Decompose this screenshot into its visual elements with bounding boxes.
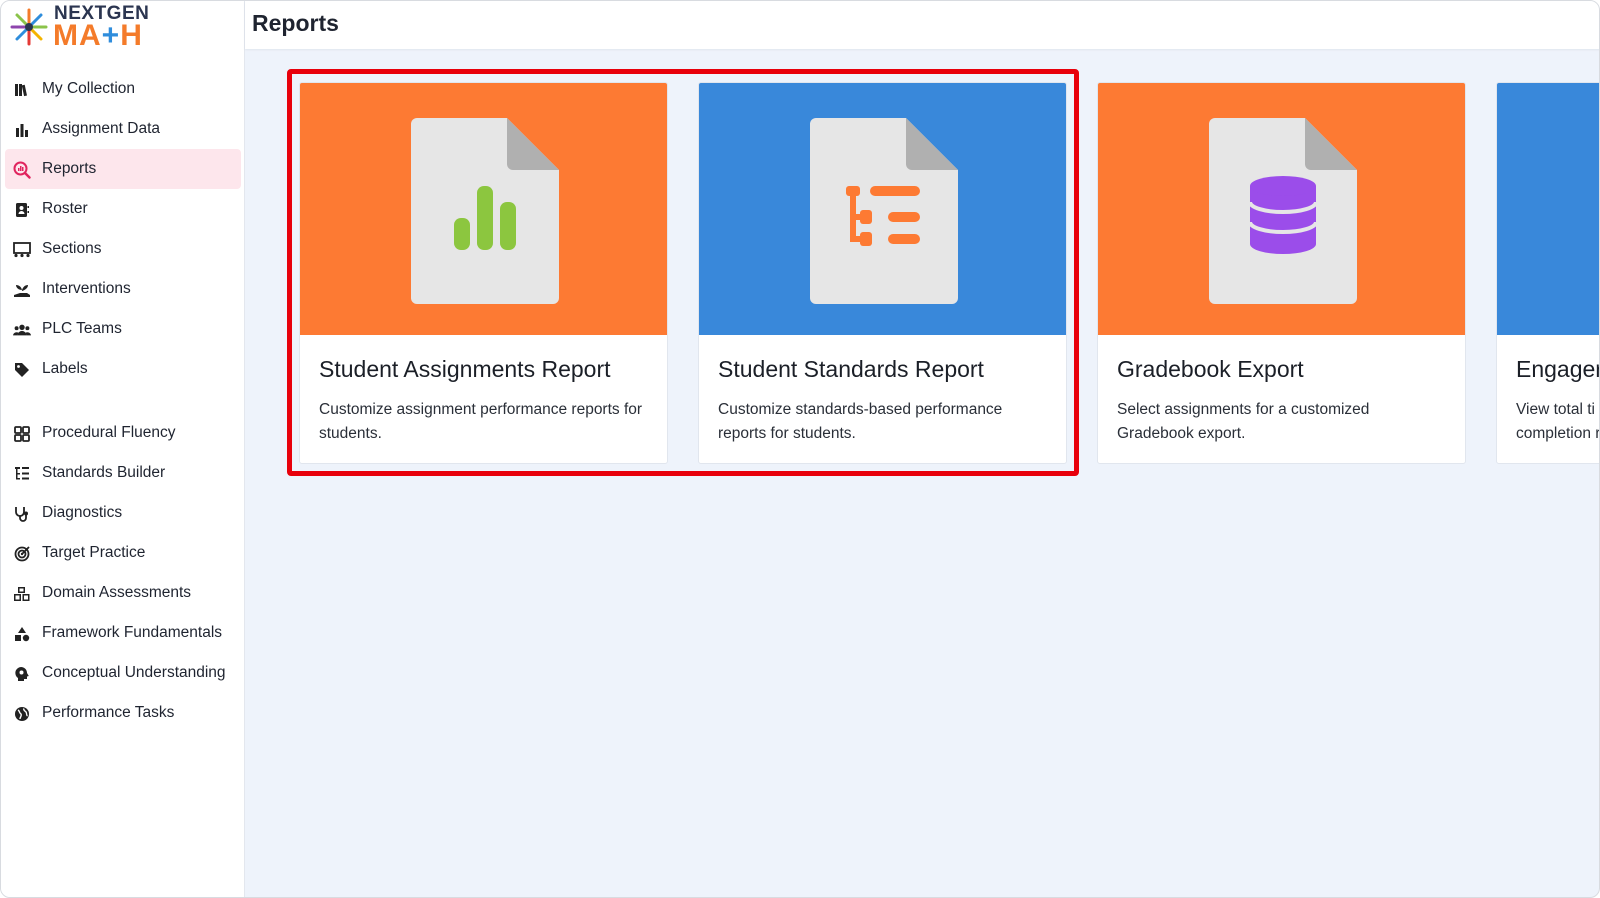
nav-separator	[1, 389, 245, 413]
sidebar-item-label: Assignment Data	[42, 120, 161, 137]
sidebar-item-labels[interactable]: Labels	[5, 349, 241, 389]
users-icon	[13, 321, 31, 339]
list-tree-icon	[13, 465, 31, 483]
sidebar-item-my-collection[interactable]: My Collection	[5, 69, 241, 109]
target-icon	[13, 545, 31, 563]
card-title: Gradebook Export	[1117, 356, 1304, 382]
card-description: Customize standards-based performance re…	[718, 401, 1003, 442]
sidebar-item-sections[interactable]: Sections	[5, 229, 241, 269]
sidebar-item-procedural-fluency[interactable]: Procedural Fluency	[5, 413, 241, 453]
nextgen-math-logo[interactable]: NEXTGEN MA+H	[9, 3, 149, 52]
sidebar-item-framework-fundamentals[interactable]: Framework Fundamentals	[5, 613, 241, 653]
report-card-gradebook-export[interactable]: Gradebook Export Select assignments for …	[1097, 82, 1466, 464]
sidebar-item-label: My Collection	[42, 80, 136, 97]
sidebar-item-label: Conceptual Understanding	[42, 664, 226, 681]
card-title: Student Standards Report	[718, 356, 984, 382]
card-description: Customize assignment performance reports…	[319, 401, 643, 442]
card-image	[1497, 83, 1599, 335]
sidebar-nav: My Collection Assignment Data Reports Ro…	[1, 69, 245, 733]
card-image	[300, 83, 667, 335]
sidebar-item-label: PLC Teams	[42, 320, 122, 337]
report-card-engagement[interactable]: Engager View total ti completion r	[1496, 82, 1600, 464]
sidebar-item-diagnostics[interactable]: Diagnostics	[5, 493, 241, 533]
card-title: Student Assignments Report	[319, 356, 611, 382]
sidebar-item-label: Target Practice	[42, 544, 146, 561]
shapes-icon	[13, 625, 31, 643]
bar-chart-document-icon	[411, 118, 559, 304]
sidebar-item-assignment-data[interactable]: Assignment Data	[5, 109, 241, 149]
database-document-icon	[1209, 118, 1357, 304]
sidebar-item-label: Standards Builder	[42, 464, 166, 481]
sidebar-item-label: Procedural Fluency	[42, 424, 176, 441]
brain-head-icon	[13, 665, 31, 683]
card-title: Engager	[1516, 356, 1600, 382]
hand-seedling-icon	[13, 281, 31, 299]
sidebar-item-interventions[interactable]: Interventions	[5, 269, 241, 309]
cubes-icon	[13, 585, 31, 603]
sidebar-item-label: Roster	[42, 200, 88, 217]
sidebar-item-performance-tasks[interactable]: Performance Tasks	[5, 693, 241, 733]
app-window: NEXTGEN MA+H My Collection Assignment Da…	[0, 0, 1600, 898]
list-tree-document-icon	[810, 118, 958, 304]
card-description: View total ti completion r	[1516, 401, 1600, 442]
report-card-student-assignments[interactable]: Student Assignments Report Customize ass…	[299, 82, 668, 464]
bar-chart-icon	[13, 121, 31, 139]
sidebar-item-label: Sections	[42, 240, 102, 257]
sidebar-item-label: Interventions	[42, 280, 131, 297]
card-image	[699, 83, 1066, 335]
sidebar-item-roster[interactable]: Roster	[5, 189, 241, 229]
sidebar-item-plc-teams[interactable]: PLC Teams	[5, 309, 241, 349]
sidebar-item-label: Framework Fundamentals	[42, 624, 223, 641]
classroom-icon	[13, 241, 31, 259]
sidebar: NEXTGEN MA+H My Collection Assignment Da…	[1, 1, 245, 897]
globe-icon	[13, 705, 31, 723]
card-description: Select assignments for a customized Grad…	[1117, 401, 1370, 442]
report-search-icon	[13, 161, 31, 179]
sidebar-item-label: Diagnostics	[42, 504, 123, 521]
sidebar-item-conceptual-understanding[interactable]: Conceptual Understanding	[5, 653, 241, 693]
stethoscope-icon	[13, 505, 31, 523]
grid-icon	[13, 425, 31, 443]
report-card-student-standards[interactable]: Student Standards Report Customize stand…	[698, 82, 1067, 464]
sidebar-item-reports[interactable]: Reports	[5, 149, 241, 189]
sidebar-item-standards-builder[interactable]: Standards Builder	[5, 453, 241, 493]
sidebar-item-label: Performance Tasks	[42, 704, 175, 721]
page-title: Reports	[252, 10, 339, 36]
contact-book-icon	[13, 201, 31, 219]
sidebar-item-label: Reports	[42, 160, 97, 177]
card-image	[1098, 83, 1465, 335]
logo-text-bottom: MA+H	[53, 19, 143, 52]
books-icon	[13, 81, 31, 99]
sidebar-item-domain-assessments[interactable]: Domain Assessments	[5, 573, 241, 613]
logo-burst-icon	[10, 8, 48, 46]
sidebar-item-label: Labels	[42, 360, 88, 377]
sidebar-item-label: Domain Assessments	[42, 584, 192, 601]
sidebar-item-target-practice[interactable]: Target Practice	[5, 533, 241, 573]
tag-icon	[13, 361, 31, 379]
top-header: Reports	[245, 1, 1599, 49]
